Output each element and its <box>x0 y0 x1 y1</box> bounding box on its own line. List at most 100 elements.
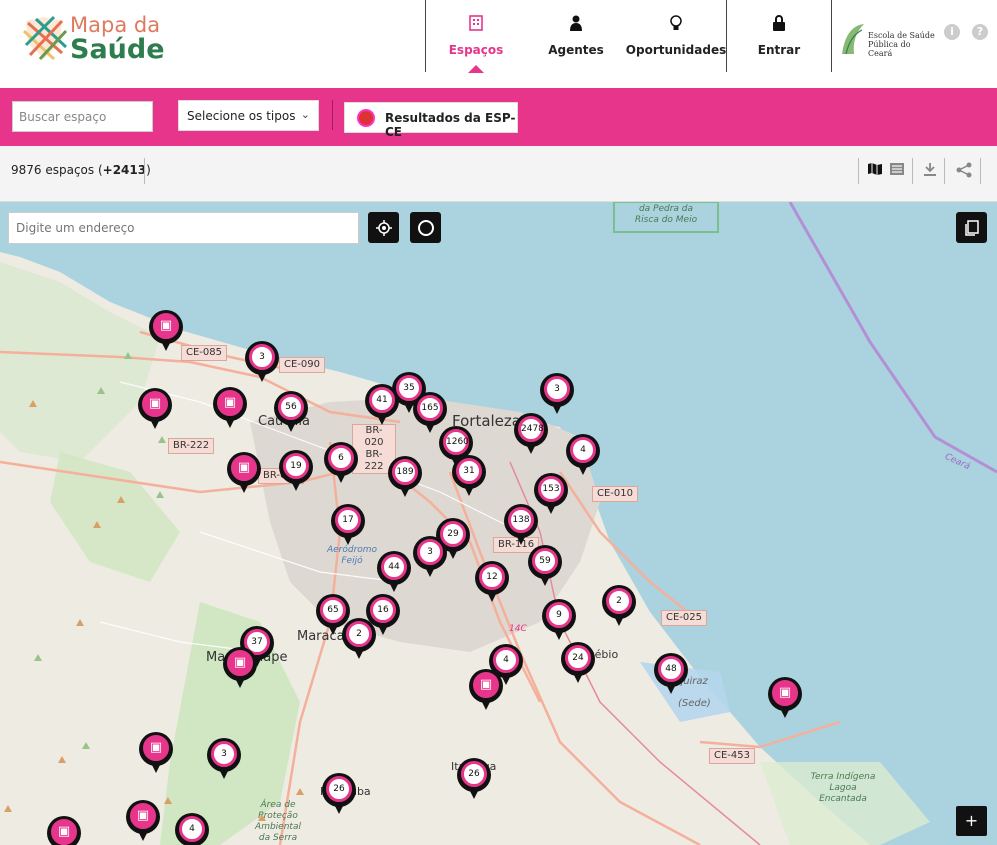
info-icon[interactable]: i <box>944 24 960 40</box>
map-cluster-pin[interactable]: 48 <box>654 653 688 697</box>
map-cluster-pin[interactable]: 26 <box>322 773 356 817</box>
filter-divider <box>332 100 333 130</box>
map-place-pin[interactable]: ▣ <box>227 452 261 496</box>
map-place-pin[interactable]: ▣ <box>768 677 802 721</box>
road-shield: BR-222 <box>168 438 215 454</box>
building-icon <box>469 15 483 34</box>
toolbar-divider <box>980 158 981 184</box>
type-select-value: Selecione os tipos <box>187 109 296 123</box>
map-place-pin[interactable]: ▣ <box>139 732 173 776</box>
map-cluster-pin[interactable]: 41 <box>365 384 399 428</box>
nav-tab-oportunidades[interactable]: Oportunidades <box>626 0 726 72</box>
map-cluster-pin[interactable]: 2 <box>602 585 636 629</box>
active-tab-caret <box>468 65 484 73</box>
toggle-layers-button[interactable] <box>956 212 987 243</box>
map-cluster-pin[interactable]: 4 <box>175 813 209 845</box>
nav-label: Agentes <box>548 43 604 57</box>
map-place-pin[interactable]: ▣ <box>469 669 503 713</box>
indigenous-land-label: Terra Indígena Lagoa Encantada <box>810 772 876 804</box>
locate-me-button[interactable] <box>368 212 399 243</box>
pages-icon <box>964 218 979 236</box>
building-icon: ▣ <box>130 803 156 829</box>
top-header: Mapa da Saúde Espaços Agentes Oportunida… <box>0 0 997 88</box>
map-cluster-pin[interactable]: 24 <box>561 642 595 686</box>
building-icon: ▣ <box>143 735 169 761</box>
building-icon: ▣ <box>231 455 257 481</box>
map-cluster-pin[interactable]: 2478 <box>514 413 548 457</box>
nav-label: Entrar <box>757 43 801 57</box>
map-cluster-pin[interactable]: 138 <box>504 504 538 548</box>
esp-logo-mark-icon <box>842 24 864 55</box>
logo-text-bottom: Saúde <box>70 34 165 65</box>
map-place-pin[interactable]: ▣ <box>213 387 247 431</box>
download-icon[interactable] <box>921 162 939 180</box>
mapa-da-saude-logo[interactable]: Mapa da Saúde <box>22 12 172 65</box>
share-icon[interactable] <box>955 162 973 180</box>
nav-tab-entrar[interactable]: Entrar <box>727 0 831 72</box>
map-cluster-pin[interactable]: 2 <box>342 618 376 662</box>
map-canvas[interactable]: Fortaleza Caucaia Maracanaú Maranguape P… <box>0 202 997 845</box>
map-cluster-pin[interactable]: 153 <box>534 473 568 517</box>
road-shield: CE-090 <box>279 357 325 373</box>
crosshair-icon <box>375 218 392 236</box>
protected-area-label: Área de Proteção Ambiental da Serra <box>255 800 301 843</box>
building-icon: ▣ <box>142 391 168 417</box>
map-cluster-pin[interactable]: 4 <box>566 434 600 478</box>
map-place-pin[interactable]: ▣ <box>126 800 160 844</box>
map-cluster-pin[interactable]: 6 <box>324 442 358 486</box>
map-cluster-pin[interactable]: 59 <box>528 545 562 589</box>
map-cluster-pin[interactable]: 31 <box>452 455 486 499</box>
help-icon[interactable]: ? <box>972 24 988 40</box>
map-cluster-pin[interactable]: 189 <box>388 456 422 500</box>
road-label: 14C <box>509 624 527 634</box>
map-place-pin[interactable]: ▣ <box>149 310 183 354</box>
address-search-input[interactable] <box>8 212 359 244</box>
results-button-label: Resultados da ESP-CE <box>385 111 516 139</box>
lightbulb-icon <box>670 15 682 34</box>
road-shield: CE-025 <box>661 610 707 626</box>
building-icon: ▣ <box>51 819 77 845</box>
marine-park-label: da Pedra da Risca do Meio <box>634 204 698 225</box>
map-cluster-pin[interactable]: 17 <box>331 504 365 548</box>
search-space-input[interactable] <box>12 101 153 132</box>
toolbar-divider <box>912 158 913 184</box>
map-view-icon[interactable] <box>866 162 884 180</box>
count-close: ) <box>146 163 151 177</box>
results-count: 9876 espaços (+2413) <box>11 163 151 177</box>
map-cluster-pin[interactable]: 3 <box>245 341 279 385</box>
type-select[interactable]: Selecione os tipos ⌄ <box>178 100 319 131</box>
draw-radius-button[interactable] <box>410 212 441 243</box>
map-cluster-pin[interactable]: 19 <box>279 450 313 494</box>
results-esp-ce-button[interactable]: Resultados da ESP-CE <box>344 102 518 139</box>
map-cluster-pin[interactable]: 12 <box>475 561 509 605</box>
map-cluster-pin[interactable]: 44 <box>377 551 411 595</box>
nav-tab-agentes[interactable]: Agentes <box>526 0 626 72</box>
toolbar-divider <box>944 158 945 184</box>
nav-tab-espacos[interactable]: Espaços <box>426 0 526 73</box>
map-place-pin[interactable]: ▣ <box>223 647 257 691</box>
map-place-pin[interactable]: ▣ <box>47 816 81 845</box>
map-cluster-pin[interactable]: 26 <box>457 758 491 802</box>
zoom-in-button[interactable]: + <box>956 806 987 836</box>
map-cluster-pin[interactable]: 3 <box>207 738 241 782</box>
list-view-icon[interactable] <box>888 162 906 180</box>
esp-ce-logo[interactable]: Escola de Saúde Pública do Ceará <box>840 20 935 60</box>
map-cluster-pin[interactable]: 9 <box>542 599 576 643</box>
lock-icon <box>773 15 785 34</box>
logo-mark-icon <box>22 15 68 61</box>
map-cluster-pin[interactable]: 56 <box>274 391 308 435</box>
results-toolbar: 9876 espaços (+2413) <box>0 146 997 202</box>
nav-label: Espaços <box>448 43 504 57</box>
road-shield: CE-085 <box>181 345 227 361</box>
map-cluster-pin[interactable]: 3 <box>413 536 447 580</box>
nav-divider <box>831 0 832 72</box>
esp-logo-text: Escola de Saúde Pública do Ceará <box>868 31 935 58</box>
map-cluster-pin[interactable]: 3 <box>540 373 574 417</box>
circle-target-icon <box>417 218 435 236</box>
person-icon <box>570 15 582 34</box>
chevron-down-icon: ⌄ <box>300 108 310 121</box>
aerodromo-label: Aeródromo Feijó <box>326 545 378 566</box>
map-place-pin[interactable]: ▣ <box>138 388 172 432</box>
filter-bar: Selecione os tipos ⌄ Resultados da ESP-C… <box>0 88 997 146</box>
seal-icon <box>357 109 375 127</box>
